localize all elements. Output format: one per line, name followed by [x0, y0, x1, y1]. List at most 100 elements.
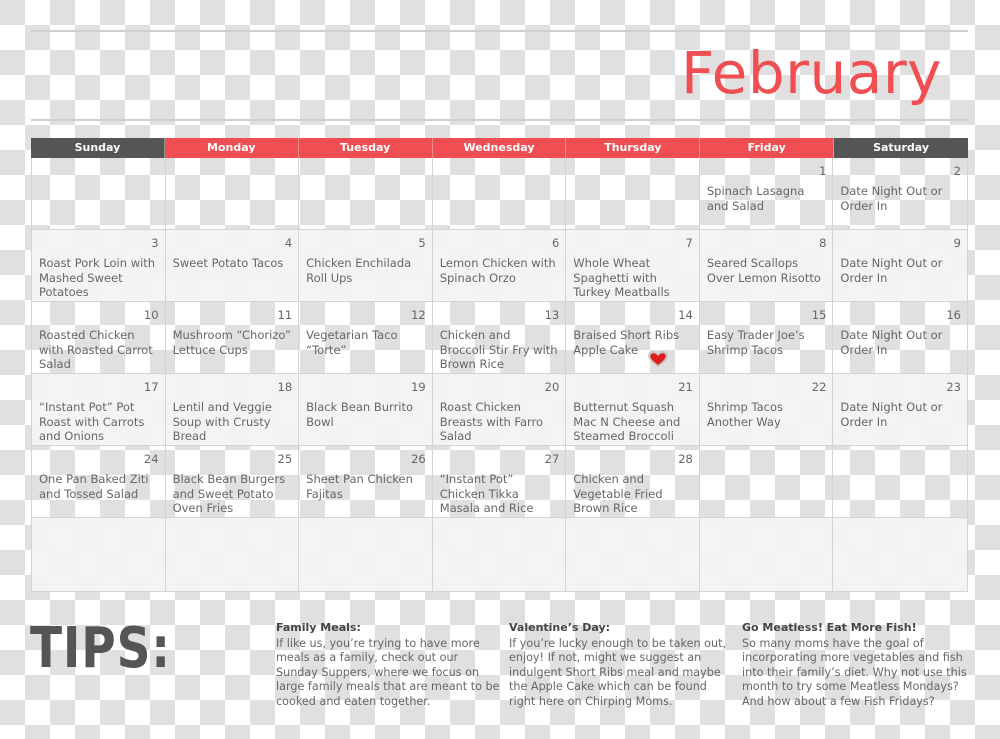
- meal-text: Shrimp Tacos Another Way: [706, 400, 784, 429]
- day-cell-empty[interactable]: [166, 158, 300, 229]
- day-cell-20[interactable]: 20 Roast Chicken Breasts with Farro Salad: [433, 374, 567, 445]
- day-cell-empty[interactable]: [433, 158, 567, 229]
- day-cell-empty[interactable]: [833, 518, 967, 591]
- day-cell-empty[interactable]: [700, 518, 834, 591]
- meal-text: Vegetarian Taco “Torte”: [306, 328, 398, 357]
- day-cell-14[interactable]: 14 Braised Short Ribs Apple Cake: [566, 302, 700, 373]
- meal-text: Seared Scallops Over Lemon Risotto: [706, 256, 821, 285]
- day-number: 1: [819, 164, 827, 178]
- day-cell-empty[interactable]: [299, 518, 433, 591]
- day-cell-12[interactable]: 12 Vegetarian Taco “Torte”: [299, 302, 433, 373]
- calendar-week-row: 10 Roasted Chicken with Roasted Carrot Sa…: [32, 302, 967, 374]
- tip-title: Family Meals:: [276, 621, 361, 634]
- day-number: 24: [143, 452, 159, 466]
- day-cell-28[interactable]: 28 Chicken and Vegetable Fried Brown Rice: [566, 446, 700, 517]
- day-cell-27[interactable]: 27 “Instant Pot” Chicken Tikka Masala and…: [433, 446, 567, 517]
- day-number: 10: [143, 308, 159, 322]
- day-cell-7[interactable]: 7 Whole Wheat Spaghetti with Turkey Meatb…: [566, 230, 700, 301]
- day-cell-6[interactable]: 6 Lemon Chicken with Spinach Orzo: [433, 230, 567, 301]
- tip-valentines-day: Valentine’s Day: If you’re lucky enough …: [509, 621, 734, 709]
- day-cell-empty[interactable]: [299, 158, 433, 229]
- day-cell-18[interactable]: 18 Lentil and Veggie Soup with Crusty Bre…: [166, 374, 300, 445]
- meal-text: Lemon Chicken with Spinach Orzo: [439, 256, 556, 285]
- meal-text: Date Night Out or Order In: [840, 328, 943, 357]
- day-cell-3[interactable]: 3 Roast Pork Loin with Mashed Sweet Potat…: [32, 230, 166, 301]
- meal-text: Easy Trader Joe’s Shrimp Tacos: [706, 328, 805, 357]
- day-cell-4[interactable]: 4 Sweet Potato Tacos: [166, 230, 300, 301]
- day-number: [707, 524, 827, 538]
- day-cell-11[interactable]: 11 Mushroom “Chorizo” Lettuce Cups: [166, 302, 300, 373]
- day-cell-23[interactable]: 23 Date Night Out or Order In: [833, 374, 967, 445]
- day-number: [39, 524, 159, 538]
- meal-text: Braised Short Ribs Apple Cake: [573, 328, 680, 357]
- day-cell-empty[interactable]: [566, 518, 700, 591]
- day-cell-15[interactable]: 15 Easy Trader Joe’s Shrimp Tacos: [700, 302, 834, 373]
- day-cell-2[interactable]: 2 Date Night Out or Order In: [833, 158, 967, 229]
- meal-text: Chicken and Broccoli Stir Fry with Brown…: [439, 328, 558, 371]
- calendar-week-row: [32, 518, 967, 591]
- calendar-weeks: 1 Spinach Lasagna and Salad 2 Date Night Ou…: [31, 158, 968, 592]
- day-cell-8[interactable]: 8 Seared Scallops Over Lemon Risotto: [700, 230, 834, 301]
- day-number: 13: [544, 308, 560, 322]
- day-cell-empty[interactable]: [700, 446, 834, 517]
- tips-heading: TIPS:: [30, 616, 171, 681]
- day-cell-22[interactable]: 22 Shrimp Tacos Another Way: [700, 374, 834, 445]
- day-cell-19[interactable]: 19 Black Bean Burrito Bowl: [299, 374, 433, 445]
- day-cell-empty[interactable]: [32, 518, 166, 591]
- day-cell-empty[interactable]: [833, 446, 967, 517]
- day-number: [707, 452, 827, 466]
- day-number: 17: [143, 380, 159, 394]
- day-cell-25[interactable]: 25 Black Bean Burgers and Sweet Potato Ov…: [166, 446, 300, 517]
- day-cell-10[interactable]: 10 Roasted Chicken with Roasted Carrot Sa…: [32, 302, 166, 373]
- tip-title: Go Meatless! Eat More Fish!: [742, 621, 917, 634]
- calendar-week-row: 24 One Pan Baked Ziti and Tossed Salad 25 B…: [32, 446, 967, 518]
- day-cell-empty[interactable]: [32, 158, 166, 229]
- day-cell-16[interactable]: 16 Date Night Out or Order In: [833, 302, 967, 373]
- day-cell-13[interactable]: 13 Chicken and Broccoli Stir Fry with Bro…: [433, 302, 567, 373]
- day-number: 8: [819, 236, 827, 250]
- meal-text: Date Night Out or Order In: [840, 184, 943, 213]
- day-cell-17[interactable]: 17 “Instant Pot” Pot Roast with Carrots a…: [32, 374, 166, 445]
- meal-text: Date Night Out or Order In: [840, 256, 943, 285]
- meal-text: Butternut Squash Mac N Cheese and Steame…: [573, 400, 681, 443]
- meal-text: Whole Wheat Spaghetti with Turkey Meatba…: [573, 256, 670, 299]
- weekday-header-friday: Friday: [700, 138, 835, 158]
- heart-icon: [648, 350, 669, 368]
- day-cell-21[interactable]: 21 Butternut Squash Mac N Cheese and Stea…: [566, 374, 700, 445]
- meal-text: Lentil and Veggie Soup with Crusty Bread: [172, 400, 272, 443]
- day-number: [306, 524, 426, 538]
- meal-text: Sweet Potato Tacos: [172, 256, 284, 270]
- meal-text: Mushroom “Chorizo” Lettuce Cups: [172, 328, 291, 357]
- day-cell-26[interactable]: 26 Sheet Pan Chicken Fajitas: [299, 446, 433, 517]
- day-number: [39, 164, 159, 178]
- day-cell-empty[interactable]: [433, 518, 567, 591]
- day-cell-1[interactable]: 1 Spinach Lasagna and Salad: [700, 158, 834, 229]
- meal-text: “Instant Pot” Pot Roast with Carrots and…: [39, 400, 145, 443]
- day-number: 23: [946, 380, 961, 394]
- meal-text: Chicken and Vegetable Fried Brown Rice: [573, 472, 663, 515]
- day-number: [173, 164, 293, 178]
- day-number: 27: [544, 452, 560, 466]
- day-cell-9[interactable]: 9 Date Night Out or Order In: [833, 230, 967, 301]
- day-number: 18: [277, 380, 293, 394]
- day-number: 25: [277, 452, 293, 466]
- tip-family-meals: Family Meals: If like us, you’re trying …: [276, 621, 501, 709]
- day-number: [440, 524, 560, 538]
- weekday-header-monday: Monday: [164, 138, 299, 158]
- day-number: 19: [411, 380, 426, 394]
- day-cell-24[interactable]: 24 One Pan Baked Ziti and Tossed Salad: [32, 446, 166, 517]
- day-number: [573, 164, 693, 178]
- meal-text: Roast Pork Loin with Mashed Sweet Potato…: [39, 256, 156, 299]
- calendar-week-row: 3 Roast Pork Loin with Mashed Sweet Potat…: [32, 230, 967, 302]
- day-number: 14: [678, 308, 693, 322]
- meal-text: Sheet Pan Chicken Fajitas: [306, 472, 413, 501]
- day-number: 6: [551, 236, 560, 250]
- meal-text: “Instant Pot” Chicken Tikka Masala and R…: [439, 472, 534, 515]
- tip-body: If you’re lucky enough to be taken out, …: [509, 637, 727, 708]
- meal-text: Roasted Chicken with Roasted Carrot Sala…: [39, 328, 153, 371]
- top-divider: [31, 30, 968, 32]
- day-cell-empty[interactable]: [166, 518, 300, 591]
- title-divider: [31, 119, 968, 121]
- day-cell-empty[interactable]: [566, 158, 700, 229]
- day-cell-5[interactable]: 5 Chicken Enchilada Roll Ups: [299, 230, 433, 301]
